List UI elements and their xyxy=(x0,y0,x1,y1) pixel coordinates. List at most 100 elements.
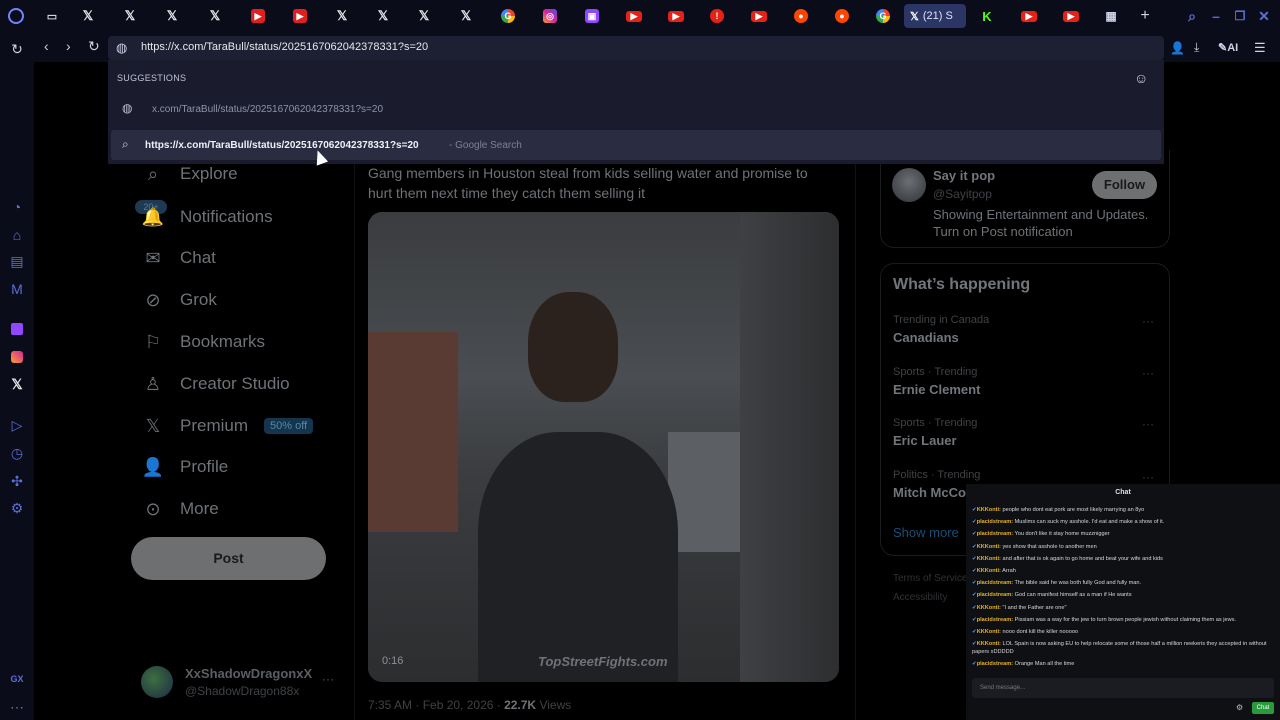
follow-name[interactable]: Say it pop xyxy=(933,168,995,183)
tab-x-icon[interactable]: 𝕏 xyxy=(332,6,352,26)
gx-logo-icon[interactable]: GX xyxy=(8,670,26,688)
footer-terms-link[interactable]: Terms of Service xyxy=(893,573,967,584)
nav-chat[interactable]: ✉ Chat xyxy=(142,243,215,273)
nav-grok[interactable]: ⊘ Grok xyxy=(142,285,216,315)
chat-settings-icon[interactable]: ⚙ xyxy=(1236,703,1243,712)
x-icon[interactable]: 𝕏 xyxy=(8,375,26,393)
nav-bookmarks[interactable]: ⚐ Bookmarks xyxy=(142,327,265,357)
refresh-icon[interactable]: ↻ xyxy=(88,38,100,55)
emoji-icon[interactable]: ☺ xyxy=(1134,70,1148,86)
nav-notifications[interactable]: 🔔 Notifications xyxy=(142,202,273,232)
trend-item[interactable]: Sports · Trending Eric Lauer xyxy=(893,417,977,448)
nav-profile[interactable]: 👤 Profile xyxy=(142,452,228,482)
maximize-icon[interactable]: ❐ xyxy=(1230,6,1250,26)
settings-icon[interactable]: ⚙ xyxy=(8,499,26,517)
menu-icon[interactable]: ☰ xyxy=(1254,40,1266,56)
trend-item[interactable]: Trending in Canada Canadians xyxy=(893,314,989,345)
chat-message: ✔KKKonti: and after that is ok again to … xyxy=(972,553,1276,565)
tab-reddit-icon[interactable]: ● xyxy=(832,6,852,26)
chat-username: placidstream: xyxy=(976,661,1014,668)
trend-more-icon[interactable]: ··· xyxy=(1142,470,1154,484)
tab-youtube-icon[interactable]: ▶ xyxy=(1061,6,1081,26)
search-tabs-icon[interactable]: ⌕ xyxy=(1182,6,1202,26)
suggestion-item-url[interactable]: ◍ x.com/TaraBull/status/2025167062042378… xyxy=(108,96,1164,122)
tab-x-icon[interactable]: 𝕏 xyxy=(78,6,98,26)
show-more-link[interactable]: Show more xyxy=(893,525,959,540)
globe-icon: ◍ xyxy=(122,101,133,115)
nav-creator-studio[interactable]: ♙ Creator Studio xyxy=(142,369,290,399)
tab-alert-icon[interactable]: ! xyxy=(707,6,727,26)
tab-youtube-icon[interactable]: ▶ xyxy=(624,6,644,26)
post-button[interactable]: Post xyxy=(131,537,326,580)
tab-x-icon[interactable]: 𝕏 xyxy=(414,6,434,26)
person-hoodie-shape xyxy=(478,432,678,682)
mail-icon[interactable]: M xyxy=(8,280,26,298)
account-more-icon[interactable]: ··· xyxy=(322,672,334,686)
trend-more-icon[interactable]: ··· xyxy=(1142,314,1154,328)
close-window-icon[interactable]: ✕ xyxy=(1254,6,1274,26)
back-icon[interactable]: ‹ xyxy=(44,38,49,54)
instagram-icon[interactable] xyxy=(8,348,26,366)
tab-x-icon[interactable]: 𝕏 xyxy=(205,6,225,26)
minimize-icon[interactable]: – xyxy=(1206,6,1226,26)
grok-icon: ⊘ xyxy=(145,289,161,310)
address-input[interactable]: https://x.com/TaraBull/status/2025167062… xyxy=(141,41,428,53)
new-tab-plus-icon[interactable]: + xyxy=(1135,6,1155,26)
notes-icon[interactable]: ▤ xyxy=(8,252,26,270)
nav-premium[interactable]: 𝕏 Premium 50% off xyxy=(142,411,314,441)
tab-youtube-icon[interactable]: ▶ xyxy=(1019,6,1039,26)
avatar[interactable] xyxy=(141,666,173,698)
player-icon[interactable]: ▷ xyxy=(8,416,26,434)
nav-more[interactable]: ⊙ More xyxy=(142,494,218,524)
chat-text: and after that is ok again to go home an… xyxy=(1000,555,1163,562)
chat-username: placidstream: xyxy=(976,616,1014,623)
tab-active-x[interactable]: 𝕏 (21) S xyxy=(904,4,966,28)
nav-notifications-label: Notifications xyxy=(180,207,273,226)
tab-instagram-icon[interactable]: ◎ xyxy=(540,6,560,26)
address-bar[interactable]: ◍ https://x.com/TaraBull/status/20251670… xyxy=(108,36,1164,60)
tab-google-icon[interactable]: G xyxy=(873,6,893,26)
download-icon[interactable]: ⤓ xyxy=(1194,40,1199,55)
tab-kick-icon[interactable]: K xyxy=(977,6,997,26)
chat-send-button[interactable]: Chat xyxy=(1252,702,1274,714)
reload-icon[interactable]: ↻ xyxy=(8,40,26,58)
tab-x-icon[interactable]: 𝕏 xyxy=(456,6,476,26)
tab-x-icon[interactable]: 𝕏 xyxy=(162,6,182,26)
ai-button[interactable]: ✎AI xyxy=(1218,41,1238,54)
twitch-icon[interactable] xyxy=(8,320,26,338)
tab-reddit-icon[interactable]: ● xyxy=(791,6,811,26)
tweet-text: Gang members in Houston steal from kids … xyxy=(368,165,808,201)
trend-more-icon[interactable]: ··· xyxy=(1142,366,1154,380)
tab-grid-icon[interactable]: ▦ xyxy=(1101,6,1121,26)
tab-youtube-icon[interactable]: ▶ xyxy=(666,6,686,26)
chat-message: ✔KKKonti: "I and the Father are one" xyxy=(972,602,1276,614)
opera-gx-logo-icon[interactable] xyxy=(6,6,26,26)
chat-message: ✔KKKonti: LOL Spain is now asking EU to … xyxy=(972,638,1276,658)
tab-google-icon[interactable]: G xyxy=(498,6,518,26)
bot-icon[interactable]: ⌂ xyxy=(8,226,26,244)
extensions-icon[interactable]: ✣ xyxy=(8,472,26,490)
tab-workspace-icon[interactable]: ▭ xyxy=(42,6,62,26)
speed-dial-icon[interactable]: ◔ xyxy=(8,198,26,216)
tab-twitch-icon[interactable]: ▣ xyxy=(582,6,602,26)
chat-username: KKKonti: xyxy=(976,555,1001,562)
more-dots-icon[interactable]: ⋯ xyxy=(8,698,26,716)
follow-avatar[interactable] xyxy=(892,168,926,202)
chat-message: ✔placidstream: Orange Man all the time xyxy=(972,658,1276,670)
tab-x-icon[interactable]: 𝕏 xyxy=(120,6,140,26)
tweet-video[interactable]: 0:16 TopStreetFights.com xyxy=(368,212,839,682)
tab-youtube-icon[interactable]: ▶ xyxy=(749,6,769,26)
follow-button[interactable]: Follow xyxy=(1092,171,1157,199)
forward-icon[interactable]: › xyxy=(66,38,71,54)
tab-media-icon[interactable]: ▶ xyxy=(290,6,310,26)
trend-item[interactable]: Sports · Trending Ernie Clement xyxy=(893,366,980,397)
tab-x-icon[interactable]: 𝕏 xyxy=(373,6,393,26)
trend-meta: Sports · Trending xyxy=(893,366,978,378)
suggestion-item-search[interactable]: ⌕ https://x.com/TaraBull/status/20251670… xyxy=(111,130,1161,160)
tab-media-icon[interactable]: ▶ xyxy=(248,6,268,26)
chat-message-input[interactable]: Send message... xyxy=(972,678,1274,698)
account-icon[interactable]: 👤 xyxy=(1170,41,1185,55)
footer-accessibility-link[interactable]: Accessibility xyxy=(893,592,947,603)
trend-more-icon[interactable]: ··· xyxy=(1142,417,1154,431)
history-icon[interactable]: ◷ xyxy=(8,444,26,462)
